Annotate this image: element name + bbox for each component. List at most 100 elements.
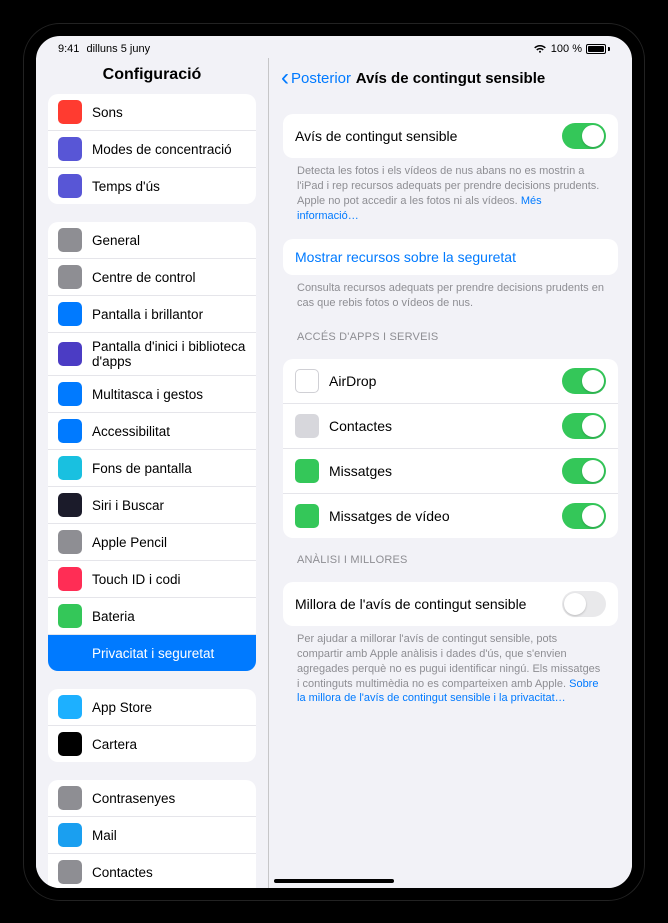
main-toggle-card: Avís de contingut sensible xyxy=(283,114,618,158)
improve-card: Millora de l'avís de contingut sensible xyxy=(283,582,618,626)
resources-card: Mostrar recursos sobre la seguretat xyxy=(283,239,618,275)
sensitive-warning-toggle[interactable] xyxy=(562,123,606,149)
app-toggle-missatges-de-vi-deo[interactable] xyxy=(562,503,606,529)
sidebar-title: Configuració xyxy=(36,58,268,94)
status-left: 9:41 dilluns 5 juny xyxy=(58,43,150,55)
sidebar-item-pantalla-i-brillantor[interactable]: Pantalla i brillantor xyxy=(48,296,256,333)
sidebar-item-label: Bateria xyxy=(92,609,135,624)
app-row-airdrop: AirDrop xyxy=(283,359,618,404)
settings-icon xyxy=(58,823,82,847)
app-toggle-missatges[interactable] xyxy=(562,458,606,484)
settings-icon xyxy=(58,342,82,366)
sidebar-item-label: Apple Pencil xyxy=(92,535,167,550)
sidebar-item-label: Temps d'ús xyxy=(92,179,160,194)
settings-icon xyxy=(58,456,82,480)
sidebar-item-touch-id-i-codi[interactable]: Touch ID i codi xyxy=(48,561,256,598)
settings-icon xyxy=(58,228,82,252)
sidebar-item-label: Contrasenyes xyxy=(92,791,175,806)
sidebar-item-label: Privacitat i seguretat xyxy=(92,646,214,661)
sidebar-item-temps-d-u-s[interactable]: Temps d'ús xyxy=(48,168,256,204)
sidebar-item-centre-de-control[interactable]: Centre de control xyxy=(48,259,256,296)
sidebar: Configuració Sons Modes de concentració Te… xyxy=(36,58,268,888)
sidebar-item-cartera[interactable]: Cartera xyxy=(48,726,256,762)
sidebar-item-contactes[interactable]: Contactes xyxy=(48,854,256,888)
sidebar-item-label: Cartera xyxy=(92,737,137,752)
sidebar-item-pantalla-d-inici-i-biblioteca-d-apps[interactable]: Pantalla d'inici i biblioteca d'apps xyxy=(48,333,256,376)
sidebar-item-siri-i-buscar[interactable]: Siri i Buscar xyxy=(48,487,256,524)
sidebar-item-label: App Store xyxy=(92,700,152,715)
sidebar-item-general[interactable]: General xyxy=(48,222,256,259)
sidebar-scroll[interactable]: Sons Modes de concentració Temps d'ús Gene… xyxy=(36,94,268,888)
app-row-contactes: Contactes xyxy=(283,404,618,449)
settings-icon xyxy=(58,530,82,554)
show-safety-resources-link[interactable]: Mostrar recursos sobre la seguretat xyxy=(283,239,618,275)
back-button[interactable]: Posterior xyxy=(281,70,351,87)
sidebar-item-apple-pencil[interactable]: Apple Pencil xyxy=(48,524,256,561)
app-toggle-airdrop[interactable] xyxy=(562,368,606,394)
sidebar-item-multitasca-i-gestos[interactable]: Multitasca i gestos xyxy=(48,376,256,413)
improve-footer: Per ajudar a millorar l'avís de contingu… xyxy=(283,626,618,710)
sidebar-item-label: Sons xyxy=(92,105,123,120)
app-icon xyxy=(295,414,319,438)
app-label: Missatges xyxy=(329,463,392,479)
sensitive-warning-label: Avís de contingut sensible xyxy=(295,128,457,144)
settings-icon xyxy=(58,641,82,665)
settings-icon xyxy=(58,786,82,810)
resources-footer: Consulta recursos adequats per prendre d… xyxy=(283,275,618,315)
settings-icon xyxy=(58,493,82,517)
sidebar-item-contrasenyes[interactable]: Contrasenyes xyxy=(48,780,256,817)
battery-pct: 100 % xyxy=(551,43,582,55)
status-date: dilluns 5 juny xyxy=(86,43,150,55)
status-time: 9:41 xyxy=(58,43,79,55)
sidebar-item-label: Fons de pantalla xyxy=(92,461,192,476)
app-icon xyxy=(295,459,319,483)
settings-icon xyxy=(58,174,82,198)
status-bar: 9:41 dilluns 5 juny 100 % xyxy=(36,36,632,58)
sidebar-item-label: Pantalla d'inici i biblioteca d'apps xyxy=(92,339,246,369)
sidebar-item-privacitat-i-seguretat[interactable]: Privacitat i seguretat xyxy=(48,635,256,671)
sidebar-item-mail[interactable]: Mail xyxy=(48,817,256,854)
sidebar-item-label: Pantalla i brillantor xyxy=(92,307,203,322)
sensitive-warning-footer: Detecta les fotos i els vídeos de nus ab… xyxy=(283,158,618,227)
sidebar-item-label: Multitasca i gestos xyxy=(92,387,203,402)
sidebar-item-sons[interactable]: Sons xyxy=(48,94,256,131)
sidebar-item-label: Modes de concentració xyxy=(92,142,232,157)
sidebar-item-label: Accessibilitat xyxy=(92,424,170,439)
app-row-missatges-de-vi-deo: Missatges de vídeo xyxy=(283,494,618,538)
settings-icon xyxy=(58,604,82,628)
back-label: Posterior xyxy=(291,70,351,87)
ipad-frame: 9:41 dilluns 5 juny 100 % Configuració S… xyxy=(24,24,644,900)
nav-bar: Posterior Avís de contingut sensible xyxy=(269,58,632,98)
sidebar-item-label: Contactes xyxy=(92,865,153,880)
sidebar-item-bateria[interactable]: Bateria xyxy=(48,598,256,635)
improve-warning-label: Millora de l'avís de contingut sensible xyxy=(295,596,526,612)
settings-icon xyxy=(58,137,82,161)
settings-icon xyxy=(58,695,82,719)
home-indicator[interactable] xyxy=(274,879,394,883)
sidebar-item-app-store[interactable]: App Store xyxy=(48,689,256,726)
improve-warning-toggle[interactable] xyxy=(562,591,606,617)
content-pane[interactable]: Posterior Avís de contingut sensible Aví… xyxy=(268,58,632,888)
app-label: AirDrop xyxy=(329,373,376,389)
settings-icon xyxy=(58,100,82,124)
sidebar-item-modes-de-concentracio-[interactable]: Modes de concentració xyxy=(48,131,256,168)
settings-icon xyxy=(58,382,82,406)
sidebar-item-label: Centre de control xyxy=(92,270,196,285)
sidebar-item-label: Siri i Buscar xyxy=(92,498,164,513)
app-icon xyxy=(295,369,319,393)
settings-icon xyxy=(58,302,82,326)
app-label: Missatges de vídeo xyxy=(329,508,450,524)
sidebar-item-label: Touch ID i codi xyxy=(92,572,181,587)
apps-section-header: ACCÉS D'APPS I SERVEIS xyxy=(283,315,618,347)
sidebar-item-label: Mail xyxy=(92,828,117,843)
settings-icon xyxy=(58,567,82,591)
wifi-icon xyxy=(533,44,547,54)
sidebar-item-accessibilitat[interactable]: Accessibilitat xyxy=(48,413,256,450)
app-toggle-contactes[interactable] xyxy=(562,413,606,439)
app-row-missatges: Missatges xyxy=(283,449,618,494)
analysis-section-header: ANÀLISI I MILLORES xyxy=(283,538,618,570)
settings-icon xyxy=(58,732,82,756)
sidebar-item-label: General xyxy=(92,233,140,248)
sidebar-item-fons-de-pantalla[interactable]: Fons de pantalla xyxy=(48,450,256,487)
settings-icon xyxy=(58,419,82,443)
